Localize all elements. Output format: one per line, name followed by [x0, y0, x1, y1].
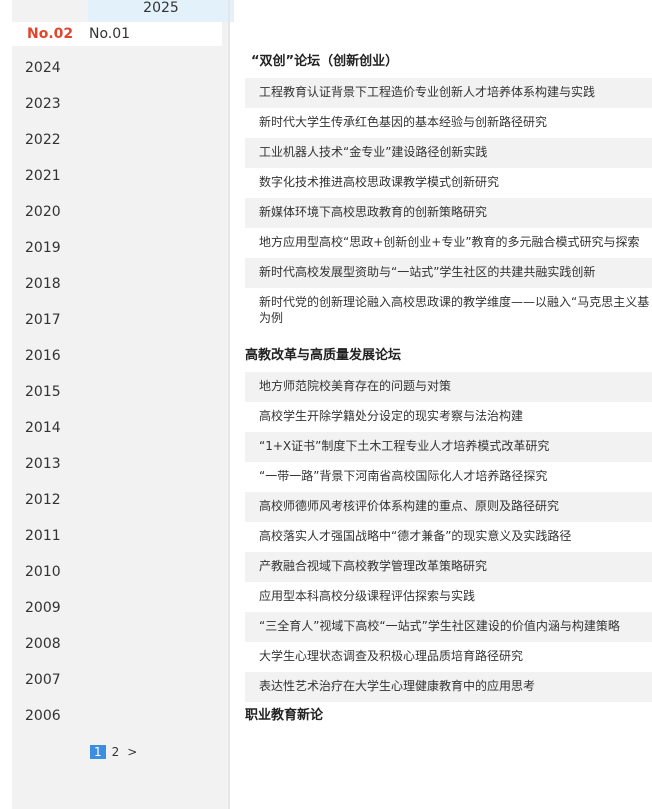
- year-item-2012[interactable]: 2012: [12, 482, 228, 518]
- year-item-2017[interactable]: 2017: [12, 302, 228, 338]
- article-link[interactable]: 高校学生开除学籍处分设定的现实考察与法治构建: [245, 402, 652, 432]
- article-link[interactable]: 大学生心理状态调查及积极心理品质培育路径研究: [245, 642, 652, 672]
- article-link[interactable]: 新时代大学生传承红色基因的基本经验与创新路径研究: [245, 108, 652, 138]
- year-item-2024[interactable]: 2024: [12, 50, 228, 86]
- year-item-2007[interactable]: 2007: [12, 662, 228, 698]
- year-item-2014[interactable]: 2014: [12, 410, 228, 446]
- year-item-2016[interactable]: 2016: [12, 338, 228, 374]
- article-link[interactable]: “一带一路”背景下河南省高校国际化人才培养路径探究: [245, 462, 652, 492]
- year-item-2018[interactable]: 2018: [12, 266, 228, 302]
- issue-no02-link[interactable]: No.02: [27, 26, 73, 42]
- article-link-multiline[interactable]: 新时代党的创新理论融入高校思政课的教学维度——以融入“马克思主义基 为例: [245, 288, 652, 346]
- article-link[interactable]: “三全育人”视域下高校“一站式”学生社区建设的价值内涵与构建策略: [245, 612, 652, 642]
- year-item-2010[interactable]: 2010: [12, 554, 228, 590]
- year-2025-header[interactable]: 2025: [88, 0, 234, 22]
- article-link[interactable]: 新媒体环境下高校思政教育的创新策略研究: [245, 198, 652, 228]
- year-item-2006[interactable]: 2006: [12, 698, 228, 734]
- next-page-button[interactable]: >: [125, 745, 139, 759]
- article-link[interactable]: 应用型本科高校分级课程评估探索与实践: [245, 582, 652, 612]
- article-list: “双创”论坛（创新创业） 工程教育认证背景下工程造价专业创新人才培养体系构建与实…: [245, 52, 652, 732]
- pagination: 1 2 >: [90, 745, 143, 759]
- issue-no01-link[interactable]: No.01: [89, 26, 130, 42]
- article-link[interactable]: 地方师范院校美育存在的问题与对策: [245, 372, 652, 402]
- section-title-gaojiao: 高教改革与高质量发展论坛: [245, 348, 402, 363]
- year-list: 2024 2023 2022 2021 2020 2019 2018 2017 …: [12, 50, 228, 734]
- page-1-button[interactable]: 1: [90, 745, 106, 759]
- article-link[interactable]: 新时代高校发展型资助与“一站式”学生社区的共建共融实践创新: [245, 258, 652, 288]
- year-sidebar: 2025 No.02 No.01 2024 2023 2022 2021 202…: [12, 0, 234, 809]
- year-item-2011[interactable]: 2011: [12, 518, 228, 554]
- article-link[interactable]: 高校师德师风考核评价体系构建的重点、原则及路径研究: [245, 492, 652, 522]
- article-link[interactable]: 产教融合视域下高校教学管理改革策略研究: [245, 552, 652, 582]
- year-item-2015[interactable]: 2015: [12, 374, 228, 410]
- article-line-1: 新时代党的创新理论融入高校思政课的教学维度——以融入“马克思主义基: [259, 295, 650, 309]
- article-link[interactable]: “1+X证书”制度下土木工程专业人才培养模式改革研究: [245, 432, 652, 462]
- article-link[interactable]: 工业机器人技术“金专业”建设路径创新实践: [245, 138, 652, 168]
- article-link[interactable]: 表达性艺术治疗在大学生心理健康教育中的应用思考: [245, 672, 652, 702]
- page-2-button[interactable]: 2: [110, 745, 122, 759]
- year-item-2009[interactable]: 2009: [12, 590, 228, 626]
- article-line-2: 为例: [259, 311, 284, 325]
- year-item-2013[interactable]: 2013: [12, 446, 228, 482]
- section-title-zhiye: 职业教育新论: [245, 708, 324, 723]
- issue-row: No.02 No.01: [12, 22, 222, 46]
- article-link[interactable]: 数字化技术推进高校思政课教学模式创新研究: [245, 168, 652, 198]
- article-link[interactable]: 高校落实人才强国战略中“德才兼备”的现实意义及实践路径: [245, 522, 652, 552]
- year-item-2022[interactable]: 2022: [12, 122, 228, 158]
- column-divider: [228, 0, 230, 809]
- year-item-2023[interactable]: 2023: [12, 86, 228, 122]
- article-link[interactable]: 工程教育认证背景下工程造价专业创新人才培养体系构建与实践: [245, 78, 652, 108]
- section-title-shuangchuang: “双创”论坛（创新创业）: [251, 54, 399, 69]
- year-item-2021[interactable]: 2021: [12, 158, 228, 194]
- year-item-2020[interactable]: 2020: [12, 194, 228, 230]
- article-link[interactable]: 地方应用型高校“思政+创新创业+专业”教育的多元融合模式研究与探索: [245, 228, 652, 258]
- year-item-2019[interactable]: 2019: [12, 230, 228, 266]
- year-item-2008[interactable]: 2008: [12, 626, 228, 662]
